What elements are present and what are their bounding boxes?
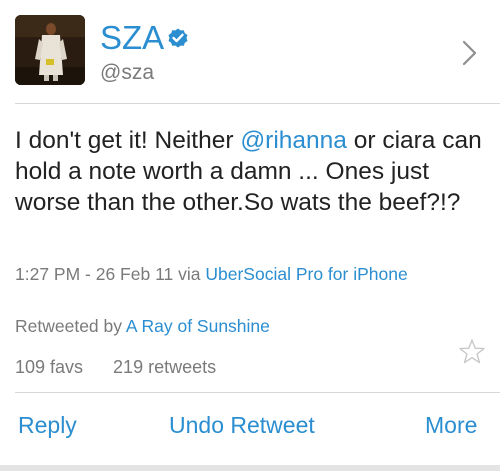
source-link[interactable]: UberSocial Pro for iPhone: [205, 264, 407, 284]
more-button[interactable]: More: [425, 410, 477, 440]
tweet-meta: 1:27 PM - 26 Feb 11 via UberSocial Pro f…: [15, 262, 455, 287]
via-label: via: [173, 264, 206, 284]
tweet-detail-card: SZA @sza I don't get it! Neither @rihann…: [0, 0, 500, 465]
retweets-count[interactable]: 219 retweets: [113, 357, 216, 377]
divider: [15, 103, 500, 104]
tweet-text-before: I don't get it! Neither: [15, 127, 241, 154]
retweeted-by: Retweeted by A Ray of Sunshine: [15, 314, 270, 338]
retweeted-by-label: Retweeted by: [15, 316, 126, 336]
reply-button[interactable]: Reply: [18, 410, 77, 440]
verified-badge-icon: [168, 28, 188, 48]
divider: [15, 392, 500, 393]
undo-retweet-button[interactable]: Undo Retweet: [169, 410, 315, 440]
profile-name[interactable]: SZA: [100, 18, 164, 58]
avatar[interactable]: [15, 15, 85, 85]
chevron-right-icon[interactable]: [459, 38, 481, 68]
mention-link[interactable]: @rihanna: [240, 127, 347, 154]
tweet-timestamp: 1:27 PM - 26 Feb 11: [15, 264, 174, 284]
profile-handle: @sza: [100, 61, 154, 84]
retweeter-link[interactable]: A Ray of Sunshine: [126, 316, 270, 336]
action-bar: Reply Undo Retweet More: [0, 410, 500, 442]
favs-count[interactable]: 109 favs: [15, 357, 83, 377]
tweet-counts: 109 favs 219 retweets: [15, 355, 216, 379]
tweet-text: I don't get it! Neither @rihanna or ciar…: [15, 125, 485, 218]
favorite-star-icon[interactable]: [457, 337, 487, 367]
